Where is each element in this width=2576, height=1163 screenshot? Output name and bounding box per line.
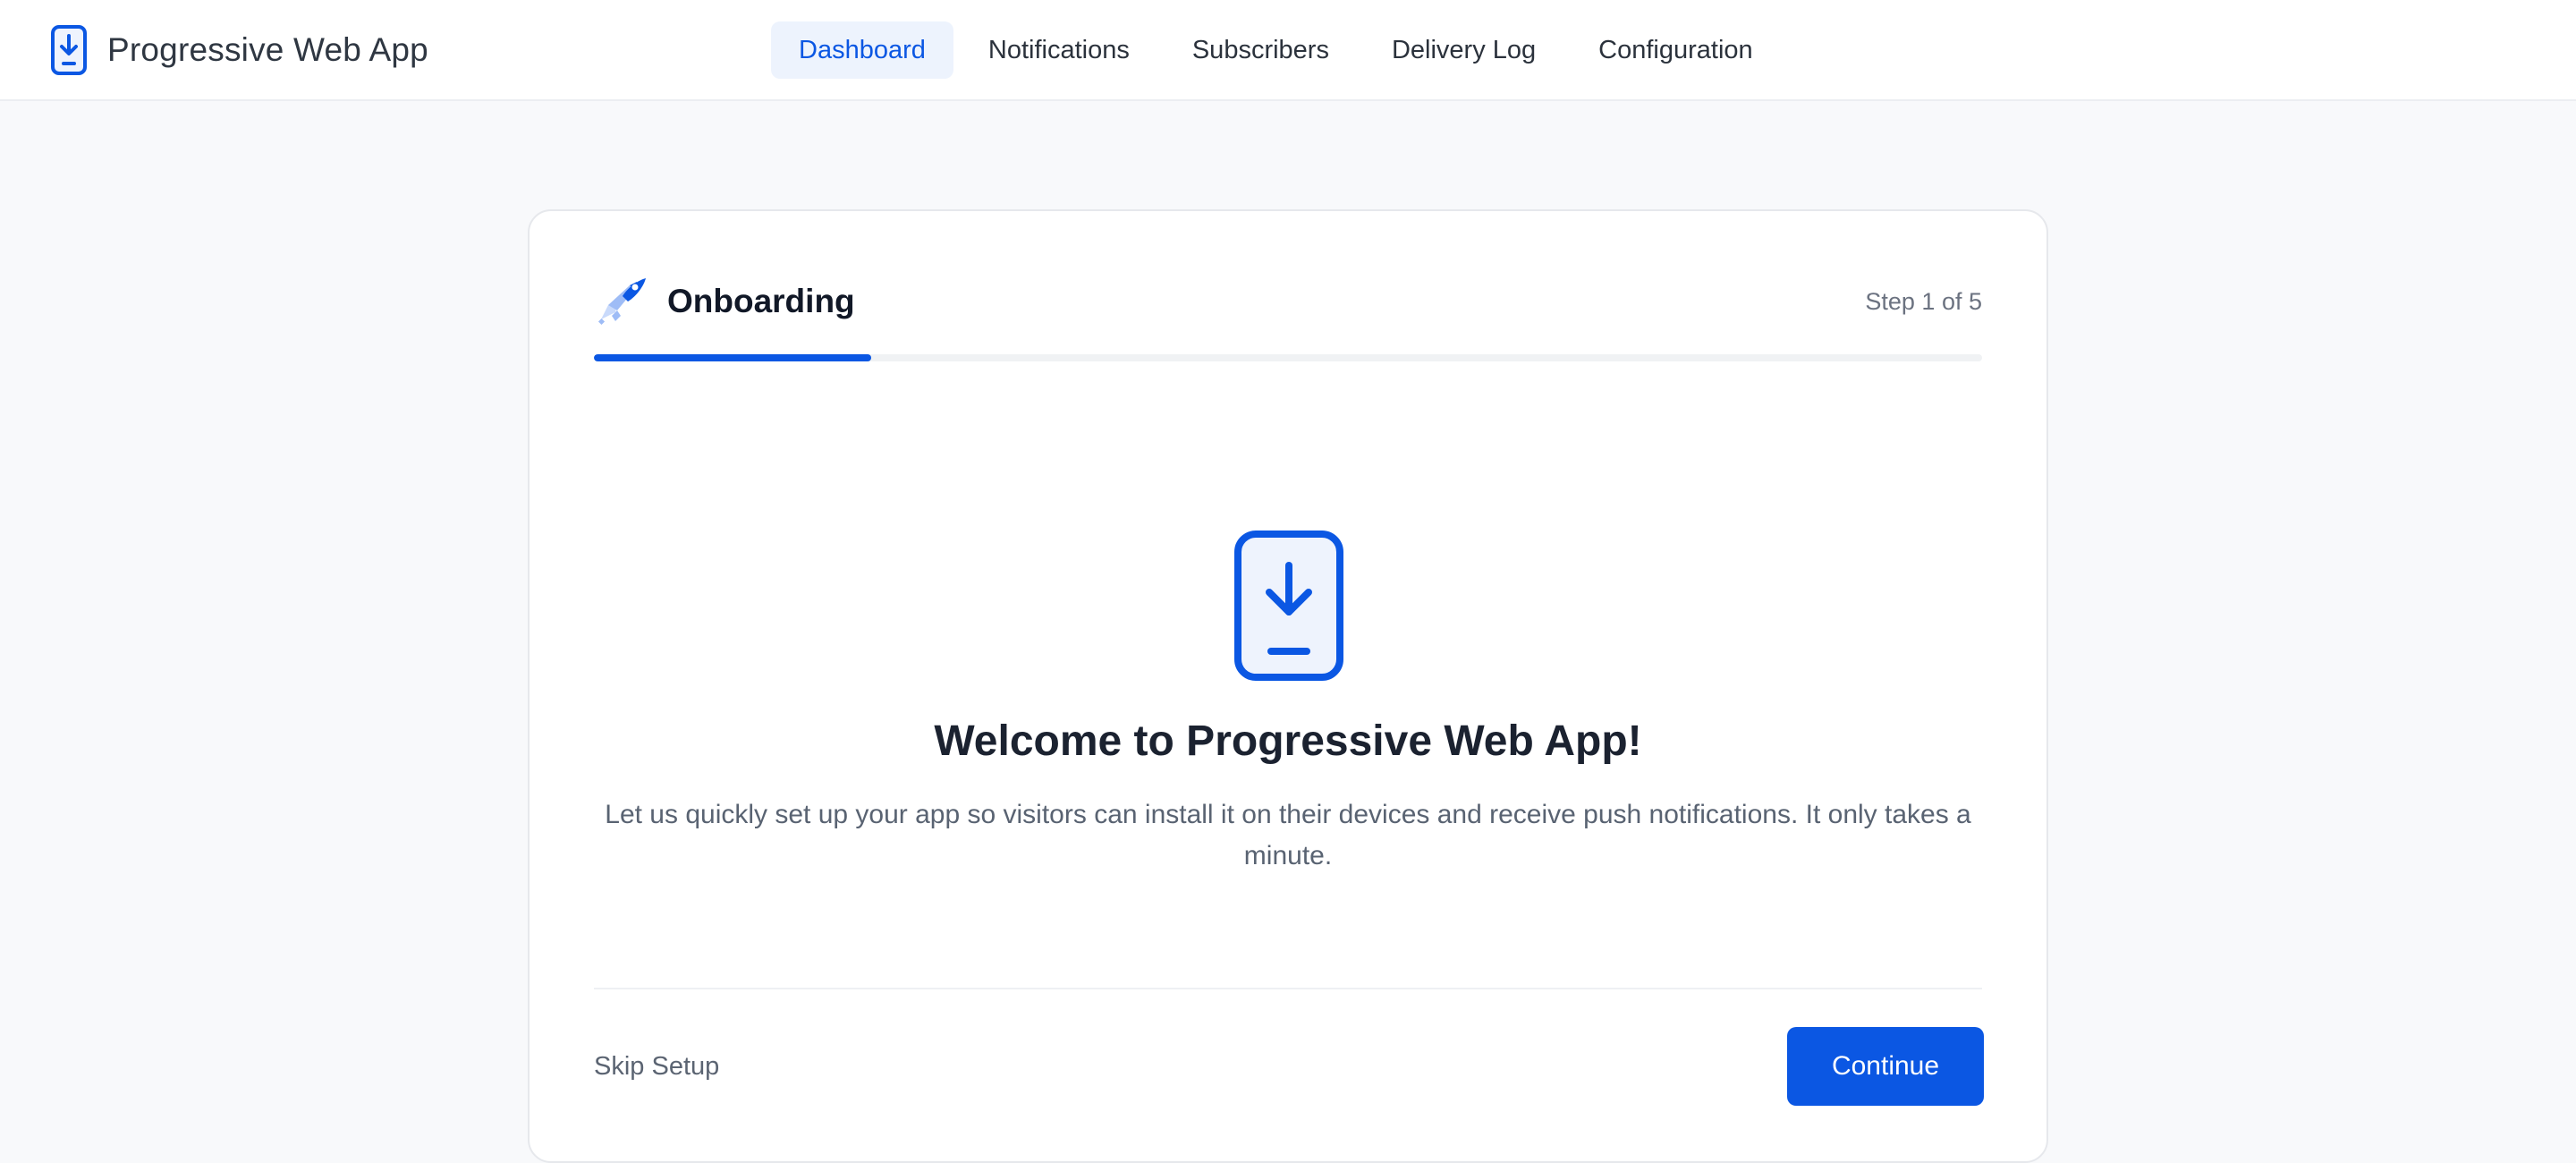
top-navigation-bar: Progressive Web App Dashboard Notificati… <box>0 0 2576 101</box>
app-name: Progressive Web App <box>107 31 428 68</box>
step-counter: Step 1 of 5 <box>1865 288 1982 315</box>
welcome-description: Let us quickly set up your app so visito… <box>605 800 1971 870</box>
onboarding-progress-fill <box>594 354 872 361</box>
nav-tab-configuration[interactable]: Configuration <box>1571 21 1781 79</box>
brand[interactable]: Progressive Web App <box>50 23 428 77</box>
rocket-icon <box>597 278 646 326</box>
phone-download-icon <box>1234 531 1343 681</box>
welcome-title: Welcome to Progressive Web App! <box>934 717 1642 765</box>
onboarding-card: Onboarding Step 1 of 5 Welcome to Progre… <box>528 209 2048 1163</box>
onboarding-header: Onboarding Step 1 of 5 <box>594 274 1982 329</box>
onboarding-title-group: Onboarding <box>594 274 855 329</box>
nav-tab-notifications[interactable]: Notifications <box>961 21 1157 79</box>
main-nav: Dashboard Notifications Subscribers Deli… <box>771 21 1788 79</box>
skip-setup-button[interactable]: Skip Setup <box>594 1043 719 1090</box>
onboarding-title: Onboarding <box>667 283 855 319</box>
nav-tab-subscribers[interactable]: Subscribers <box>1165 21 1357 79</box>
continue-button[interactable]: Continue <box>1787 1027 1984 1106</box>
onboarding-progress-bar <box>594 354 1982 361</box>
phone-download-icon <box>51 25 87 75</box>
footer-divider <box>594 988 1982 989</box>
nav-tab-dashboard[interactable]: Dashboard <box>771 21 953 79</box>
nav-tab-delivery-log[interactable]: Delivery Log <box>1364 21 1563 79</box>
